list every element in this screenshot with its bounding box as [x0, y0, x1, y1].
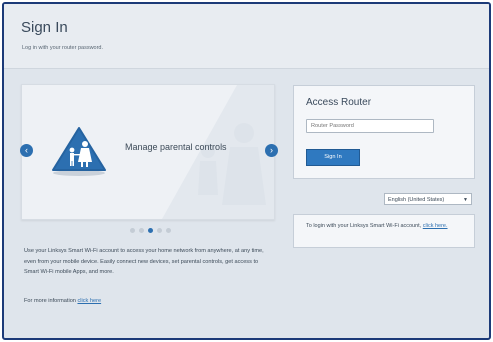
chevron-right-icon: ›: [270, 145, 273, 155]
smart-wifi-login-info: To login with your Linksys Smart Wi-Fi a…: [293, 214, 475, 248]
language-select[interactable]: English (United States) ▼: [384, 193, 472, 205]
carousel-dot-active[interactable]: [148, 228, 153, 233]
carousel-dot[interactable]: [157, 228, 162, 233]
parental-controls-icon: [52, 127, 106, 176]
more-info-link[interactable]: click here: [77, 298, 101, 304]
more-info-line: For more information click here: [24, 298, 101, 304]
access-router-panel: Access Router Sign In: [293, 85, 475, 179]
language-selected-value: English (United States): [388, 197, 445, 203]
carousel-slide-text: Manage parental controls: [125, 142, 227, 152]
app-frame: Sign In Log in with your router password…: [2, 2, 491, 340]
caret-down-icon: ▼: [463, 197, 468, 203]
access-router-title: Access Router: [306, 97, 372, 108]
carousel-dot[interactable]: [130, 228, 135, 233]
more-info-prefix: For more information: [24, 298, 78, 304]
sign-in-button[interactable]: Sign In: [306, 149, 360, 166]
description-text: Use your Linksys Smart Wi-Fi account to …: [24, 248, 264, 275]
carousel-dot[interactable]: [166, 228, 171, 233]
chevron-left-icon: ‹: [25, 145, 28, 155]
info-link[interactable]: click here.: [423, 223, 448, 229]
carousel-pagination: [130, 228, 171, 234]
info-text: To login with your Linksys Smart Wi-Fi a…: [306, 223, 466, 230]
carousel-next-button[interactable]: ›: [265, 144, 278, 157]
page-title: Sign In: [21, 19, 68, 36]
carousel-dot[interactable]: [139, 228, 144, 233]
info-message: To login with your Linksys Smart Wi-Fi a…: [306, 223, 423, 229]
router-password-input[interactable]: [306, 119, 434, 133]
page-subtitle: Log in with your router password.: [22, 45, 104, 51]
carousel-prev-button[interactable]: ‹: [20, 144, 33, 157]
page-header: Sign In Log in with your router password…: [4, 4, 489, 69]
